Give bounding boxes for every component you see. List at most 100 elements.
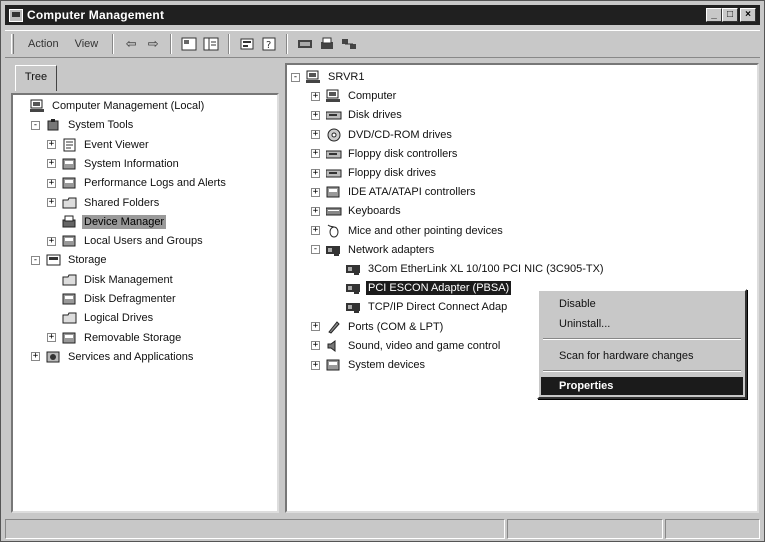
disk-drive-icon [325, 108, 342, 122]
device-node[interactable]: + Keyboards [311, 202, 403, 220]
device-manager-icon [62, 215, 78, 229]
device-node[interactable]: + Floppy disk controllers [311, 145, 459, 163]
tree-node[interactable]: Device Manager [47, 213, 167, 231]
event-viewer-icon [62, 138, 78, 152]
tree-node[interactable]: + Local Users and Groups [47, 232, 205, 250]
show-hide-tree-icon[interactable] [200, 34, 222, 54]
device-node[interactable]: + Computer [311, 87, 398, 105]
menu-item-disable[interactable]: Disable [541, 295, 743, 313]
help-icon[interactable]: ? [258, 34, 280, 54]
device-node[interactable]: - Network adapters [311, 241, 436, 259]
tree-node[interactable]: Disk Defragmenter [47, 290, 178, 308]
tree-node[interactable]: Disk Management [47, 271, 175, 289]
title-bar[interactable]: Computer Management _ □ × [5, 5, 760, 25]
tree-node-label: DVD/CD-ROM drives [348, 128, 452, 141]
up-one-level-icon[interactable] [178, 34, 200, 54]
network-card-icon [346, 300, 362, 314]
close-button[interactable]: × [740, 8, 756, 22]
status-bar [5, 519, 760, 539]
print-icon[interactable] [316, 34, 338, 54]
keyboard-icon [325, 204, 342, 218]
properties-icon[interactable] [236, 34, 258, 54]
device-node[interactable]: + IDE ATA/ATAPI controllers [311, 183, 478, 201]
menu-item-scan-hardware[interactable]: Scan for hardware changes [541, 347, 743, 365]
tree-node[interactable]: + System Information [47, 155, 181, 173]
tree-node[interactable]: + Performance Logs and Alerts [47, 174, 228, 192]
expand-icon[interactable]: + [47, 140, 56, 150]
tree-node-label: Storage [68, 254, 107, 267]
expand-icon[interactable]: + [311, 130, 320, 140]
expand-icon[interactable]: + [47, 159, 56, 169]
device-node[interactable]: + Floppy disk drives [311, 164, 438, 182]
tree-node-label: Floppy disk controllers [348, 147, 458, 160]
tree-node[interactable]: + Shared Folders [47, 194, 161, 212]
minimize-button[interactable]: _ [706, 8, 722, 22]
collapse-icon[interactable]: - [311, 245, 320, 255]
expand-icon[interactable]: + [311, 110, 320, 120]
device-list-pane[interactable]: - SRVR1 + Computer + Disk drives + DVD/CD-ROM d… [285, 63, 759, 513]
ide-controller-icon [326, 185, 342, 199]
disk-management-icon [62, 273, 78, 287]
device-node[interactable]: TCP/IP Direct Connect Adap [331, 298, 509, 316]
back-arrow-icon[interactable]: ⇦ [120, 34, 142, 54]
status-panel-3 [665, 519, 760, 539]
computer-icon [306, 70, 322, 84]
device-node[interactable]: + DVD/CD-ROM drives [311, 126, 454, 144]
menu-item-uninstall[interactable]: Uninstall... [541, 315, 743, 333]
tree-node[interactable]: Computer Management (Local) [15, 97, 206, 115]
menu-item-properties[interactable]: Properties [541, 377, 743, 395]
expand-icon[interactable]: + [47, 198, 56, 207]
tree-node[interactable]: + Event Viewer [47, 136, 151, 154]
expand-icon[interactable]: + [311, 226, 320, 236]
forward-arrow-icon[interactable]: ⇨ [142, 34, 164, 54]
device-node[interactable]: + Mice and other pointing devices [311, 222, 505, 240]
storage-icon [46, 253, 62, 267]
collapse-icon[interactable]: - [31, 120, 40, 130]
tab-tree-label: Tree [24, 71, 48, 83]
tree-node-label: System Tools [68, 119, 134, 132]
expand-icon[interactable]: + [47, 178, 56, 188]
menu-separator [543, 338, 741, 340]
collapse-icon[interactable]: - [31, 255, 40, 265]
expand-icon[interactable]: + [311, 341, 320, 351]
expand-icon[interactable]: + [311, 149, 320, 159]
menu-action-label: Action [28, 38, 59, 50]
toolbar-grip[interactable] [11, 34, 14, 54]
network-icon[interactable] [338, 34, 360, 54]
toolbar-separator [112, 34, 115, 54]
tree-node[interactable]: - Storage [31, 251, 109, 269]
tree-node-label: Performance Logs and Alerts [84, 177, 226, 190]
computer-management-icon [9, 8, 23, 22]
tree-node[interactable]: + Services and Applications [31, 348, 195, 366]
device-node[interactable]: PCI ESCON Adapter (PBSA) [331, 279, 512, 297]
expand-icon[interactable]: + [311, 322, 320, 332]
expand-icon[interactable]: + [47, 236, 56, 246]
expand-icon[interactable]: + [47, 333, 56, 343]
device-node[interactable]: + Sound, video and game control [311, 337, 502, 355]
device-node[interactable]: - SRVR1 [291, 68, 366, 86]
toolbar: Action View ⇦ ⇨ ? [5, 30, 760, 58]
menu-action[interactable]: Action [20, 36, 67, 52]
device-node[interactable]: 3Com EtherLink XL 10/100 PCI NIC (3C905-… [331, 260, 606, 278]
device-node[interactable]: + System devices [311, 356, 427, 374]
menu-view[interactable]: View [67, 36, 107, 52]
tree-node[interactable]: Logical Drives [47, 309, 155, 327]
console-tree-pane[interactable]: Computer Management (Local) - System Tools… [11, 93, 279, 513]
device-node[interactable]: + Ports (COM & LPT) [311, 318, 445, 336]
collapse-icon[interactable]: - [291, 72, 300, 82]
maximize-button[interactable]: □ [722, 8, 738, 22]
expand-icon[interactable]: + [311, 168, 320, 178]
scan-hardware-icon[interactable] [294, 34, 316, 54]
shared-folder-icon [62, 196, 78, 210]
tab-tree[interactable]: Tree [15, 65, 57, 91]
expand-icon[interactable]: + [311, 91, 320, 101]
expand-icon[interactable]: + [311, 206, 320, 216]
tree-node-label: Disk Defragmenter [84, 293, 176, 305]
expand-icon[interactable]: + [31, 352, 40, 362]
floppy-controller-icon [325, 147, 342, 161]
expand-icon[interactable]: + [311, 360, 320, 370]
tree-node[interactable]: - System Tools [31, 116, 135, 134]
device-node[interactable]: + Disk drives [311, 106, 404, 124]
expand-icon[interactable]: + [311, 187, 320, 197]
tree-node[interactable]: + Removable Storage [47, 329, 183, 347]
